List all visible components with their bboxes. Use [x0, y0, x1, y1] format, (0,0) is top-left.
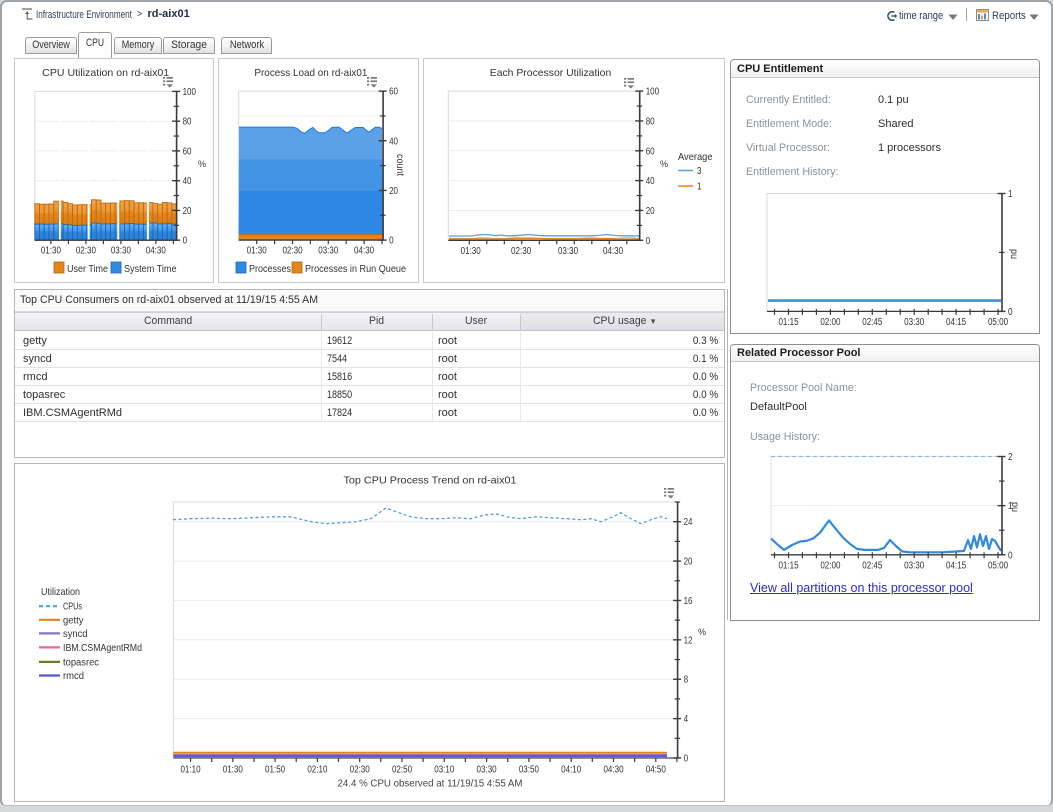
svg-text:01:10: 01:10	[180, 765, 200, 776]
svg-text:24: 24	[684, 517, 693, 528]
svg-text:01:30: 01:30	[247, 246, 267, 257]
svg-text:40: 40	[389, 136, 398, 147]
svg-text:60: 60	[183, 146, 192, 157]
svg-text:20: 20	[684, 557, 693, 568]
svg-text:rmcd: rmcd	[63, 670, 84, 682]
svg-text:03:30: 03:30	[558, 246, 578, 257]
svg-text:Each Processor Utilization: Each Processor Utilization	[490, 67, 612, 79]
svg-text:System Time: System Time	[124, 263, 177, 275]
svg-text:%: %	[698, 627, 706, 637]
svg-text:04:30: 04:30	[354, 246, 374, 257]
svg-text:80: 80	[646, 116, 655, 127]
svg-text:pu: pu	[1009, 502, 1020, 512]
svg-text:topasrec: topasrec	[63, 656, 99, 668]
svg-text:02:30: 02:30	[76, 246, 96, 257]
svg-text:03:30: 03:30	[904, 560, 924, 571]
svg-text:02:45: 02:45	[862, 560, 882, 571]
svg-text:04:30: 04:30	[603, 765, 623, 776]
svg-text:Average: Average	[678, 151, 713, 163]
svg-text:count: count	[394, 154, 405, 176]
svg-text:01:30: 01:30	[223, 765, 243, 776]
svg-text:Processes in Run Queue: Processes in Run Queue	[305, 263, 406, 275]
svg-text:01:30: 01:30	[461, 246, 481, 257]
svg-text:1: 1	[697, 182, 702, 193]
svg-text:02:00: 02:00	[820, 316, 840, 327]
svg-text:IBM.CSMAgentRMd: IBM.CSMAgentRMd	[63, 642, 142, 654]
svg-text:04:30: 04:30	[603, 246, 623, 257]
svg-text:1: 1	[1008, 189, 1013, 200]
svg-text:01:15: 01:15	[778, 560, 798, 571]
svg-text:0: 0	[646, 236, 651, 247]
svg-text:01:30: 01:30	[41, 246, 61, 257]
svg-text:02:30: 02:30	[350, 765, 370, 776]
svg-text:Processes: Processes	[249, 263, 291, 275]
svg-text:3: 3	[697, 166, 702, 177]
svg-text:02:50: 02:50	[392, 765, 412, 776]
svg-text:40: 40	[183, 176, 192, 187]
svg-text:Utilization: Utilization	[41, 586, 80, 598]
svg-text:4: 4	[684, 714, 689, 725]
svg-text:03:30: 03:30	[318, 246, 338, 257]
svg-text:01:15: 01:15	[778, 316, 798, 327]
svg-text:20: 20	[183, 206, 192, 217]
svg-text:CPUs: CPUs	[63, 601, 82, 613]
svg-text:20: 20	[646, 206, 655, 217]
svg-text:60: 60	[646, 146, 655, 157]
svg-text:02:30: 02:30	[282, 246, 302, 257]
svg-text:04:30: 04:30	[146, 246, 166, 257]
svg-text:40: 40	[646, 176, 655, 187]
svg-text:02:45: 02:45	[862, 316, 882, 327]
svg-text:User Time: User Time	[67, 263, 108, 275]
svg-text:03:30: 03:30	[111, 246, 131, 257]
svg-text:02:00: 02:00	[820, 560, 840, 571]
svg-text:03:10: 03:10	[434, 765, 454, 776]
svg-text:getty: getty	[63, 614, 84, 626]
svg-text:100: 100	[646, 87, 660, 98]
svg-text:0: 0	[389, 236, 394, 247]
svg-text:%: %	[660, 159, 668, 169]
svg-text:04:15: 04:15	[946, 560, 966, 571]
svg-text:03:30: 03:30	[477, 765, 497, 776]
svg-text:%: %	[198, 159, 206, 169]
svg-text:24.4 % CPU observed at 11/19/1: 24.4 % CPU observed at 11/19/15 4:55 AM	[338, 779, 523, 790]
svg-text:02:10: 02:10	[307, 765, 327, 776]
svg-text:80: 80	[183, 117, 192, 128]
svg-text:8: 8	[684, 675, 689, 686]
svg-text:12: 12	[684, 635, 693, 646]
svg-text:Process Load on rd-aix01: Process Load on rd-aix01	[254, 67, 367, 79]
svg-text:05:00: 05:00	[988, 560, 1008, 571]
svg-text:04:50: 04:50	[646, 765, 666, 776]
svg-text:01:50: 01:50	[265, 765, 285, 776]
svg-text:Top CPU Process Trend on rd-ai: Top CPU Process Trend on rd-aix01	[344, 475, 517, 487]
svg-text:02:30: 02:30	[511, 246, 531, 257]
svg-text:04:10: 04:10	[561, 765, 581, 776]
svg-text:0: 0	[1008, 306, 1013, 317]
svg-text:04:15: 04:15	[946, 316, 966, 327]
svg-text:03:30: 03:30	[904, 316, 924, 327]
svg-text:pu: pu	[1008, 249, 1019, 259]
svg-text:0: 0	[1008, 550, 1013, 561]
svg-text:CPU Utilization on rd-aix01: CPU Utilization on rd-aix01	[42, 67, 169, 79]
svg-text:2: 2	[1008, 452, 1013, 463]
svg-text:100: 100	[183, 87, 197, 98]
svg-text:0: 0	[183, 236, 188, 247]
svg-text:16: 16	[684, 596, 693, 607]
svg-text:0: 0	[684, 754, 689, 765]
svg-text:60: 60	[389, 87, 398, 98]
svg-text:03:50: 03:50	[519, 765, 539, 776]
svg-text:20: 20	[389, 186, 398, 197]
svg-text:syncd: syncd	[63, 628, 88, 640]
svg-text:05:00: 05:00	[988, 316, 1008, 327]
